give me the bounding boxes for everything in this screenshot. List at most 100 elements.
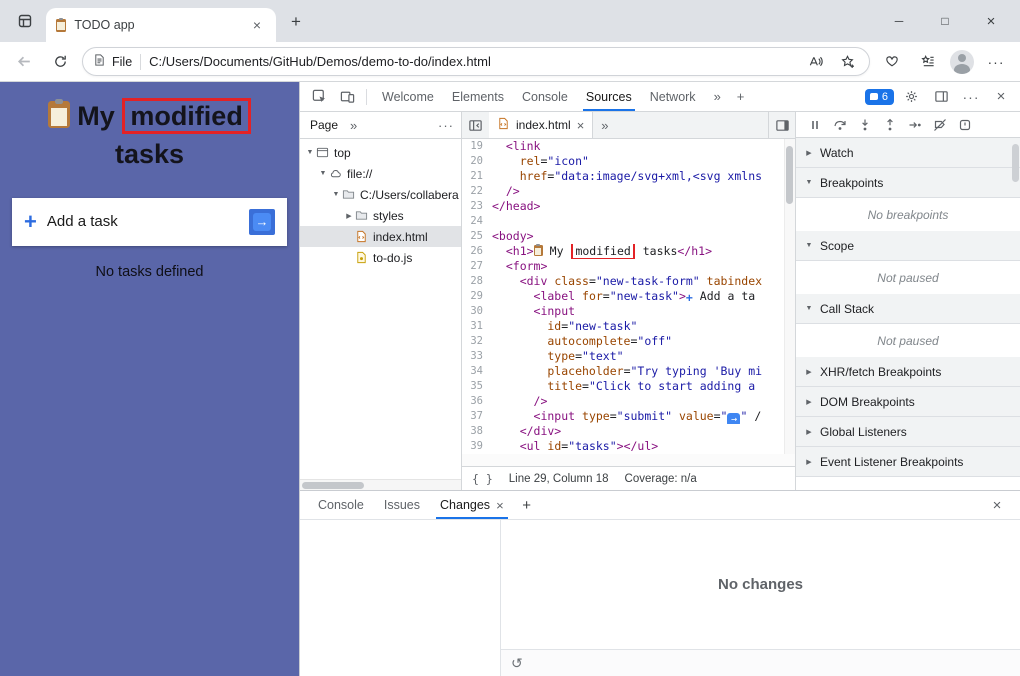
address-bar[interactable]: File C:/Users/Documents/GitHub/Demos/dem… [82,47,870,76]
browser-essentials-icon[interactable] [878,48,906,76]
line-number[interactable]: 25 [462,229,492,244]
add-task-label[interactable]: Add a task [47,213,239,230]
close-drawer-icon[interactable]: × [982,491,1012,519]
file-chip[interactable]: File [93,53,132,70]
refresh-icon[interactable] [46,48,74,76]
code-line[interactable]: 30 <input [462,304,795,319]
drawer-tab-changes[interactable]: Changes× [430,491,514,519]
browser-tab[interactable]: TODO app × [46,8,276,42]
profile-avatar[interactable] [950,50,974,74]
code-line[interactable]: 31 id="new-task" [462,319,795,334]
code-line[interactable]: 29 <label for="new-task">+ Add a ta [462,289,795,304]
drawer-tab-issues[interactable]: Issues [374,491,430,519]
code-line[interactable]: 36 /> [462,394,795,409]
code-line[interactable]: 35 title="Click to start adding a [462,379,795,394]
add-favorite-star-icon[interactable] [835,50,859,74]
code-line[interactable]: 27 <form> [462,259,795,274]
line-number[interactable]: 20 [462,154,492,169]
tab-page[interactable]: Page [300,112,348,138]
inspect-icon[interactable] [306,85,332,109]
line-number[interactable]: 32 [462,334,492,349]
step-over-icon[interactable] [833,118,847,132]
hide-navigator-icon[interactable] [462,112,489,138]
code-line[interactable]: 22 /> [462,184,795,199]
pause-on-exceptions-icon[interactable] [958,118,972,132]
browser-menu-icon[interactable]: ··· [982,48,1010,76]
close-tab-icon[interactable]: × [577,118,585,133]
code-line[interactable]: 28 <div class="new-task-form" tabindex [462,274,795,289]
more-editor-tabs-icon[interactable]: » [593,112,616,138]
code-line[interactable]: 23</head> [462,199,795,214]
line-number[interactable]: 19 [462,139,492,154]
vertical-scrollbar[interactable] [784,139,795,454]
code-line[interactable]: 32 autocomplete="off" [462,334,795,349]
section-call-stack[interactable]: ▼Call Stack [796,294,1020,324]
tree-item-to-do-js[interactable]: to-do.js [300,247,461,268]
code-editor[interactable]: 19 <link20 rel="icon"21 href="data:image… [462,139,795,454]
code-line[interactable]: 21 href="data:image/svg+xml,<svg xmlns [462,169,795,184]
add-tab-icon[interactable]: + [730,89,752,104]
add-drawer-tab-icon[interactable]: + [514,491,540,519]
section-event-listener-breakpoints[interactable]: ▶Event Listener Breakpoints [796,447,1020,477]
line-number[interactable]: 38 [462,424,492,439]
scrollbar-thumb[interactable] [786,146,793,204]
pretty-print-braces-icon[interactable]: { } [472,472,493,486]
navigator-menu-icon[interactable]: ··· [431,118,461,133]
line-number[interactable]: 21 [462,169,492,184]
section-watch[interactable]: ▶Watch [796,138,1020,168]
close-devtools-icon[interactable]: × [988,85,1014,109]
tree-item-index-html[interactable]: index.html [300,226,461,247]
drawer-tab-console[interactable]: Console [308,491,374,519]
code-line[interactable]: 20 rel="icon" [462,154,795,169]
line-number[interactable]: 30 [462,304,492,319]
tree-item-c-users-collabera[interactable]: ▼C:/Users/collabera [300,184,461,205]
code-line[interactable]: 19 <link [462,139,795,154]
toggle-debugger-sidebar-icon[interactable] [768,112,795,138]
section-global-listeners[interactable]: ▶Global Listeners [796,417,1020,447]
section-xhr-fetch-breakpoints[interactable]: ▶XHR/fetch Breakpoints [796,357,1020,387]
line-number[interactable]: 23 [462,199,492,214]
add-task-form[interactable]: + Add a task → [12,198,287,246]
minimize-button[interactable]: ─ [876,0,922,42]
revert-changes-icon[interactable]: ↺ [511,655,523,672]
tab-close-icon[interactable]: × [248,16,266,34]
line-number[interactable]: 31 [462,319,492,334]
editor-hscroll-strip[interactable] [462,454,795,466]
line-number[interactable]: 37 [462,409,492,424]
pause-icon[interactable] [808,118,822,132]
customize-icon[interactable]: ··· [958,85,984,109]
section-breakpoints[interactable]: ▼Breakpoints [796,168,1020,198]
line-number[interactable]: 29 [462,289,492,304]
scrollbar-thumb[interactable] [302,482,364,489]
device-toolbar-icon[interactable] [334,85,360,109]
deactivate-breakpoints-icon[interactable] [933,118,947,132]
section-scope[interactable]: ▼Scope [796,231,1020,261]
scrollbar-thumb[interactable] [1012,144,1019,182]
code-line[interactable]: 25<body> [462,229,795,244]
favorites-hub-icon[interactable] [914,48,942,76]
code-line[interactable]: 37 <input type="submit" value="→" / [462,409,795,424]
code-line[interactable]: 39 <ul id="tasks"></ul> [462,439,795,454]
submit-task-button[interactable]: → [249,209,275,235]
close-tab-icon[interactable]: × [496,498,504,513]
code-line[interactable]: 34 placeholder="Try typing 'Buy mi [462,364,795,379]
gear-icon[interactable] [898,85,924,109]
issues-counter[interactable]: 6 [865,89,894,105]
read-aloud-icon[interactable] [803,50,827,74]
devtools-tab-elements[interactable]: Elements [443,82,513,111]
tree-item-file[interactable]: ▼file:// [300,163,461,184]
line-number[interactable]: 24 [462,214,492,229]
line-number[interactable]: 34 [462,364,492,379]
devtools-tab-welcome[interactable]: Welcome [373,82,443,111]
line-number[interactable]: 22 [462,184,492,199]
tab-actions-button[interactable] [10,7,40,37]
code-line[interactable]: 26 <h1> My modified tasks</h1> [462,244,795,259]
section-dom-breakpoints[interactable]: ▶DOM Breakpoints [796,387,1020,417]
editor-tab-index-html[interactable]: index.html × [489,112,593,138]
horizontal-scrollbar[interactable] [300,479,461,490]
devtools-tab-console[interactable]: Console [513,82,577,111]
close-window-button[interactable]: × [968,0,1014,42]
step-into-icon[interactable] [858,118,872,132]
maximize-button[interactable]: □ [922,0,968,42]
more-tabs-icon[interactable]: » [707,89,728,104]
